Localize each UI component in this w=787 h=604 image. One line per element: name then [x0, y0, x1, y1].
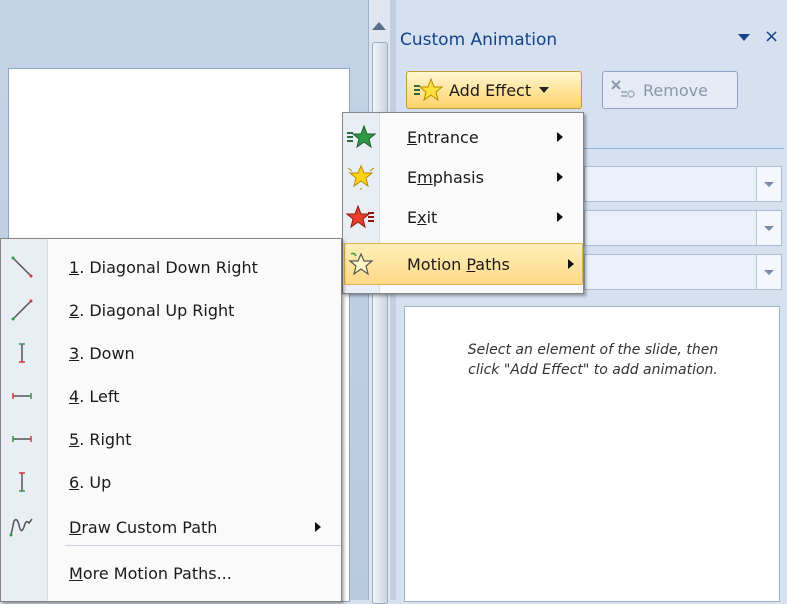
start-combo[interactable] — [584, 166, 782, 202]
menu-item-label: More Motion Paths... — [69, 563, 232, 583]
menu-item-down[interactable]: 3. Down — [3, 333, 337, 373]
menu-item-up[interactable]: 6. Up — [3, 462, 337, 502]
chevron-down-icon[interactable] — [756, 167, 781, 201]
add-effect-label: Add Effect — [449, 80, 532, 100]
diagonal-up-right-icon — [3, 293, 41, 327]
left-path-icon — [3, 379, 41, 413]
menu-item-label: 5. Right — [69, 429, 132, 449]
menu-item-label: 1. Diagonal Down Right — [69, 257, 258, 277]
menu-item-diagonal-up-right[interactable]: 2. Diagonal Up Right — [3, 290, 337, 330]
motion-path-star-icon — [345, 248, 377, 280]
menu-item-label: 2. Diagonal Up Right — [69, 300, 235, 320]
submenu-arrow-icon — [557, 132, 563, 142]
chevron-down-icon[interactable] — [756, 255, 781, 289]
chevron-down-icon[interactable] — [756, 211, 781, 245]
submenu-arrow-icon — [315, 522, 321, 532]
emphasis-star-icon — [345, 161, 377, 193]
add-effect-star-icon — [414, 77, 443, 102]
entrance-star-icon — [345, 121, 377, 153]
motion-paths-submenu: 1. Diagonal Down Right 2. Diagonal Up Ri… — [0, 238, 342, 602]
property-combo[interactable] — [584, 210, 782, 246]
right-path-icon — [3, 422, 41, 456]
up-path-icon — [3, 465, 41, 499]
menu-item-exit[interactable]: Exit — [345, 197, 581, 237]
submenu-arrow-icon — [557, 172, 563, 182]
menu-item-motion-paths[interactable]: Motion Paths — [344, 243, 583, 285]
pane-options-dropdown-icon[interactable] — [738, 34, 750, 41]
speed-combo[interactable] — [584, 254, 782, 290]
menu-item-entrance[interactable]: Entrance — [345, 117, 581, 157]
remove-label: Remove — [643, 80, 708, 100]
down-path-icon — [3, 336, 41, 370]
menu-item-label: Exit — [407, 207, 438, 227]
animation-hint-text: Select an element of the slide, then cli… — [420, 340, 766, 380]
diagonal-down-right-icon — [3, 250, 41, 284]
menu-item-label: Motion Paths — [407, 254, 510, 274]
scroll-up-arrow-icon[interactable] — [372, 22, 386, 30]
menu-item-diagonal-down-right[interactable]: 1. Diagonal Down Right — [3, 247, 337, 287]
add-effect-button[interactable]: Add Effect — [406, 71, 582, 109]
menu-item-label: 3. Down — [69, 343, 135, 363]
menu-item-label: 6. Up — [69, 472, 112, 492]
menu-item-label: Entrance — [407, 127, 479, 147]
empty-icon-slot — [3, 556, 41, 590]
menu-separator — [65, 545, 341, 546]
submenu-arrow-icon — [568, 259, 574, 269]
menu-item-label: Draw Custom Path — [69, 517, 218, 537]
pane-section-divider — [584, 148, 784, 149]
menu-item-emphasis[interactable]: Emphasis — [345, 157, 581, 197]
add-effect-menu: Entrance Emphasis Exit Motion Paths — [342, 112, 584, 294]
pane-close-icon[interactable]: × — [764, 26, 779, 47]
submenu-arrow-icon — [557, 212, 563, 222]
menu-item-more-motion-paths[interactable]: More Motion Paths... — [3, 553, 337, 593]
hint-line-1: Select an element of the slide, then — [467, 342, 719, 358]
remove-effect-icon — [611, 80, 635, 98]
pane-title: Custom Animation — [400, 30, 558, 50]
menu-item-draw-custom-path[interactable]: Draw Custom Path — [3, 507, 337, 547]
menu-item-right[interactable]: 5. Right — [3, 419, 337, 459]
hint-line-2: click "Add Effect" to add animation. — [468, 362, 718, 378]
menu-item-left[interactable]: 4. Left — [3, 376, 337, 416]
exit-star-icon — [345, 201, 377, 233]
remove-button[interactable]: Remove — [602, 71, 738, 109]
add-effect-dropdown-icon — [539, 87, 550, 93]
menu-item-label: Emphasis — [407, 167, 484, 187]
custom-path-icon — [3, 510, 41, 544]
menu-item-label: 4. Left — [69, 386, 120, 406]
